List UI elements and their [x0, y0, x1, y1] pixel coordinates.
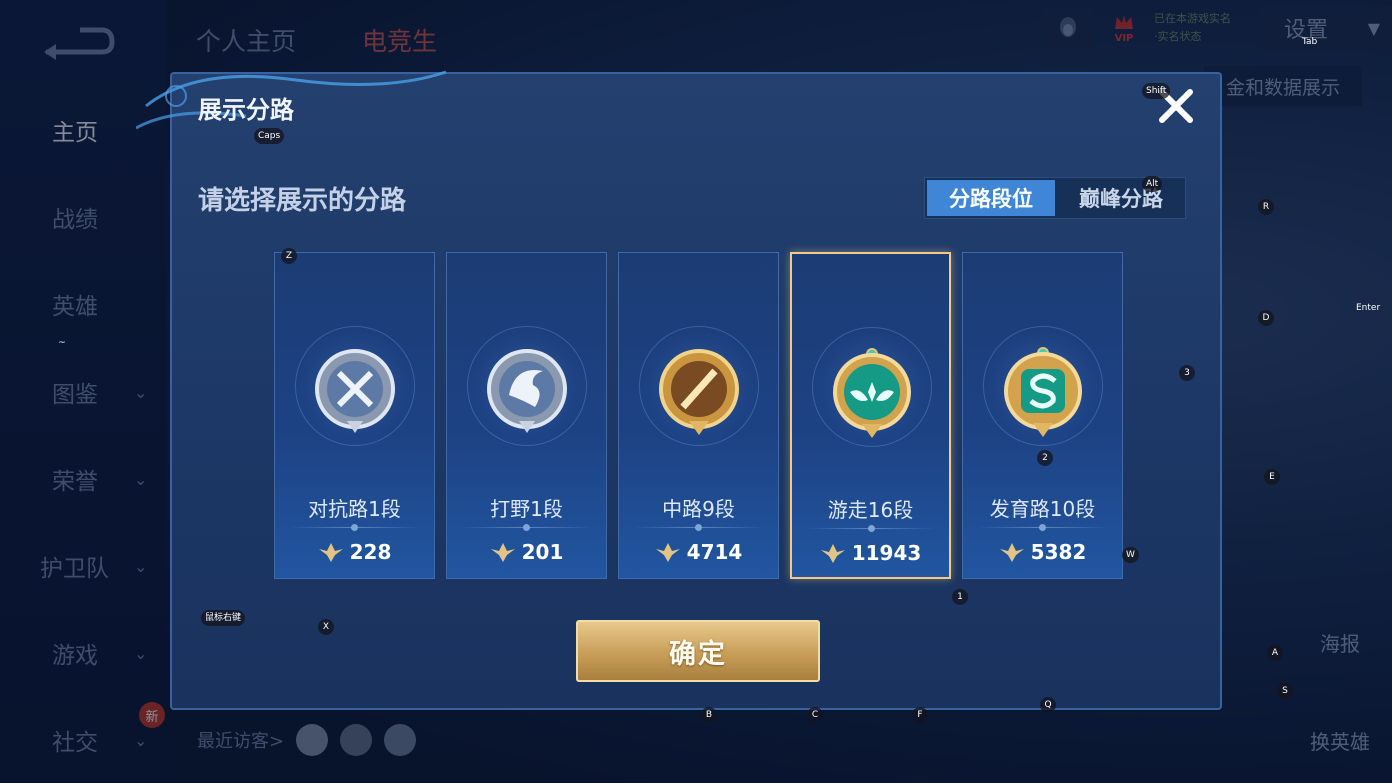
lane-card-top[interactable]: 对抗路1段 228: [274, 252, 435, 579]
key-hint: E: [1264, 469, 1280, 485]
cloud-swirl-decoration: [136, 70, 447, 130]
lane-card-jungle[interactable]: 打野1段 201: [446, 252, 607, 579]
lane-name: 游走16段: [827, 498, 914, 522]
key-hint: ~: [58, 338, 66, 348]
wings-badge-icon: [833, 348, 911, 438]
rank-points-icon: [655, 543, 680, 562]
lane-score: 228: [275, 540, 434, 564]
key-hint: R: [1258, 199, 1274, 215]
lane-card-bottom[interactable]: 发育路10段 5382: [962, 252, 1123, 579]
lane-score-value: 201: [521, 540, 564, 564]
lane-score: 4714: [619, 540, 778, 564]
rank-points-icon: [490, 543, 515, 562]
key-hint: X: [318, 619, 334, 635]
key-hint: Z: [281, 248, 297, 264]
key-hint: Enter: [1356, 303, 1381, 313]
card-divider-dot: [523, 524, 530, 531]
lane-score: 11943: [792, 541, 949, 565]
lane-card-roam[interactable]: 游走16段 11943: [790, 252, 951, 579]
key-hint: Alt: [1142, 176, 1163, 192]
lane-score: 5382: [963, 540, 1122, 564]
s-badge-icon: [1004, 347, 1082, 437]
confirm-button[interactable]: 确定: [576, 620, 820, 682]
key-hint: 1: [952, 589, 968, 605]
lane-score: 201: [447, 540, 606, 564]
dialog-subtitle: 请选择展示的分路: [198, 186, 407, 216]
lane-score-value: 11943: [851, 541, 922, 565]
key-hint: Caps: [254, 128, 285, 144]
card-divider-dot: [868, 525, 875, 532]
lane-score-value: 4714: [686, 540, 743, 564]
key-hint: 鼠标右键: [201, 610, 246, 626]
rank-points-icon: [999, 543, 1024, 562]
lane-score-value: 228: [349, 540, 392, 564]
dragon-badge-icon: [487, 349, 567, 433]
lane-name: 发育路10段: [989, 497, 1096, 521]
segment-lane-rank[interactable]: 分路段位: [927, 180, 1055, 216]
key-hint: S: [1277, 683, 1293, 699]
lane-score-value: 5382: [1030, 540, 1087, 564]
key-hint: 2: [1037, 450, 1053, 466]
rank-points-icon: [820, 544, 845, 563]
key-hint: D: [1258, 310, 1274, 326]
lane-name: 中路9段: [662, 497, 735, 521]
lane-name: 打野1段: [490, 497, 563, 521]
lane-display-dialog: 展示分路 请选择展示的分路 分路段位 巅峰分路 对抗路1段 228 打野1段 2…: [136, 70, 1222, 710]
key-hint: A: [1267, 645, 1283, 661]
card-divider-dot: [695, 524, 702, 531]
key-hint: C: [807, 707, 823, 723]
lane-card-mid[interactable]: 中路9段 4714: [618, 252, 779, 579]
segment-peak-lane[interactable]: 巅峰分路: [1057, 178, 1185, 218]
key-hint: Shift: [1142, 83, 1171, 99]
staff-badge-icon: [659, 349, 739, 435]
key-hint: W: [1122, 547, 1139, 563]
rank-points-icon: [318, 543, 343, 562]
sword-badge-icon: [315, 349, 395, 433]
lane-name: 对抗路1段: [308, 497, 401, 521]
key-hint: F: [912, 707, 928, 723]
key-hint: 3: [1179, 365, 1195, 381]
lane-cards: 对抗路1段 228 打野1段 201 中路9段 4714 游走16段 11943…: [274, 252, 1123, 579]
key-hint: B: [701, 707, 717, 723]
key-hint: Tab: [1302, 37, 1318, 47]
dialog-title: 展示分路: [198, 96, 294, 124]
card-divider-dot: [351, 524, 358, 531]
key-hint: Q: [1040, 697, 1056, 713]
card-divider-dot: [1039, 524, 1046, 531]
